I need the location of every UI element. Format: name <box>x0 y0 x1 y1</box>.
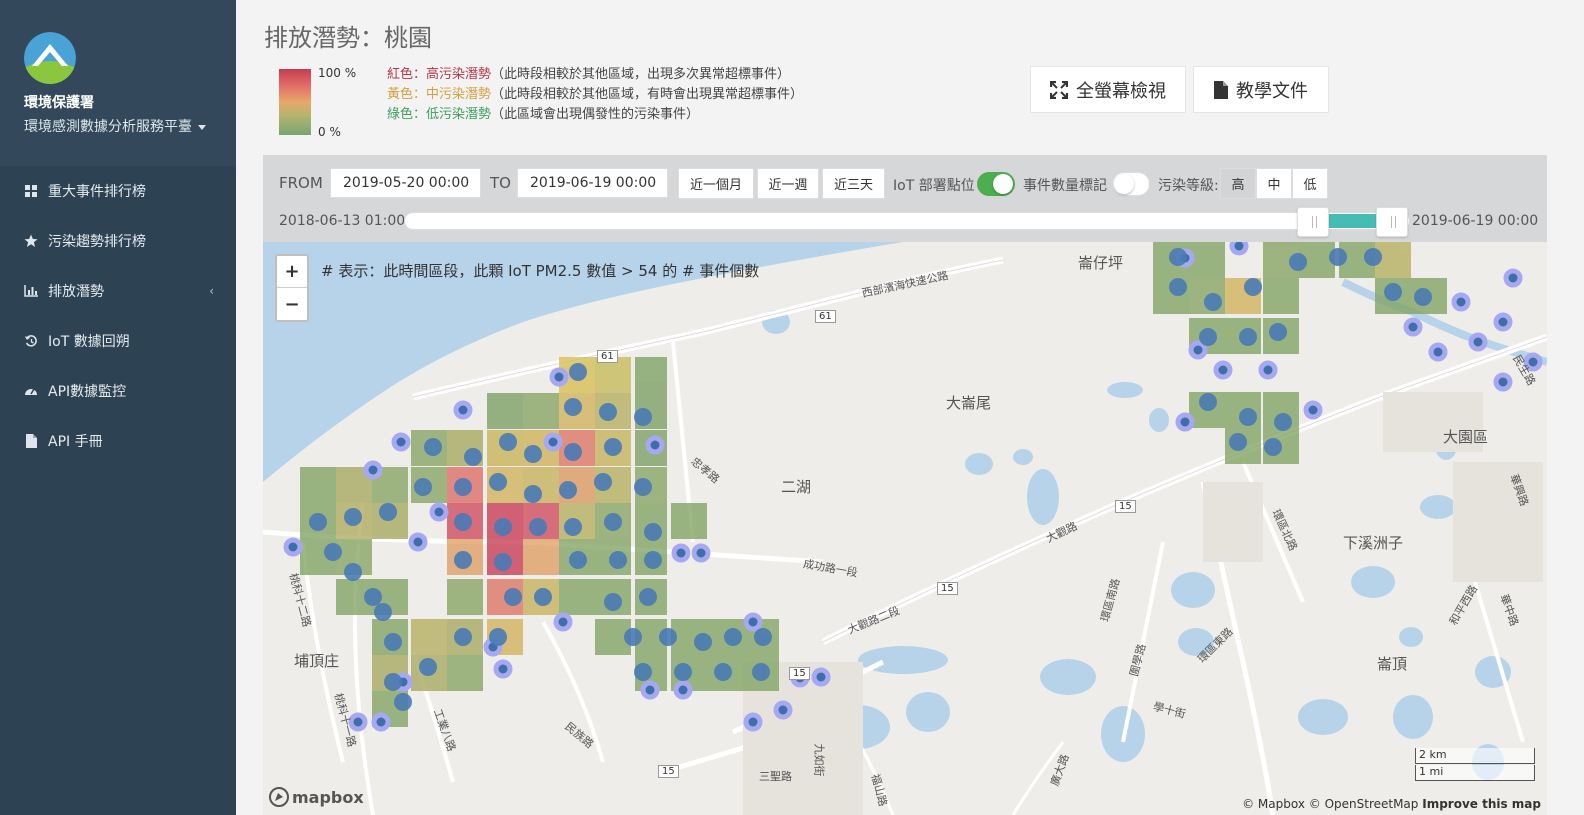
route-shield: 61 <box>815 310 836 323</box>
place-label: 大園區 <box>1443 428 1489 446</box>
level-high-button[interactable]: 高 <box>1220 168 1256 199</box>
level-low-button[interactable]: 低 <box>1292 168 1328 199</box>
legend-red-label: 紅色：高污染潛勢 <box>387 67 492 82</box>
iot-toggle[interactable] <box>977 172 1015 196</box>
route-shield: 15 <box>658 765 679 778</box>
legend-green-label: 綠色：低污染潛勢 <box>387 107 492 122</box>
brand-dropdown[interactable]: 環境感測數據分析服務平臺 <box>24 116 206 136</box>
sidebar-item-api-manual[interactable]: API 手冊 <box>0 416 236 466</box>
main-content: 排放潛勢：桃園 100 % 0 % 紅色：高污染潛勢（此時段相較於其他區域，出現… <box>236 0 1584 815</box>
iot-label: IoT 部署點位 <box>893 178 975 194</box>
sidebar-item-api-monitor[interactable]: API數據監控 <box>0 366 236 416</box>
last-month-button[interactable]: 近一個月 <box>678 168 754 199</box>
from-label: FROM <box>279 174 323 192</box>
map-base <box>263 242 1547 815</box>
last-week-button[interactable]: 近一週 <box>757 168 819 199</box>
sidebar-item-label: IoT 數據回朔 <box>48 334 130 350</box>
level-medium-button[interactable]: 中 <box>1256 168 1292 199</box>
history-icon <box>24 334 38 348</box>
sidebar-item-events[interactable]: 重大事件排行榜 <box>0 166 236 216</box>
sidebar-item-label: 污染趨勢排行榜 <box>48 234 146 250</box>
legend-text: 紅色：高污染潛勢（此時段相較於其他區域，出現多次異常超標事件） 黃色：中污染潛勢… <box>387 65 803 125</box>
fullscreen-label: 全螢幕檢視 <box>1076 80 1166 102</box>
to-label: TO <box>490 174 511 192</box>
mapbox-logo-text: mapbox <box>292 787 364 807</box>
docs-label: 教學文件 <box>1236 80 1308 102</box>
time-range-slider[interactable] <box>404 212 1410 230</box>
place-label: 崙頂 <box>1377 655 1408 673</box>
last-three-days-button[interactable]: 近三天 <box>822 168 885 199</box>
sidebar-item-label: 排放潛勢 <box>48 284 104 300</box>
place-label: 大崙尾 <box>946 394 992 412</box>
to-date-input[interactable]: 2019-06-19 00:00 <box>517 168 668 198</box>
place-label: 崙仔坪 <box>1078 254 1124 272</box>
sidebar-item-label: API 手冊 <box>48 434 103 450</box>
mapbox-icon <box>269 787 289 807</box>
toggle-knob <box>1114 174 1134 194</box>
filter-panel: FROM 2019-05-20 00:00 TO 2019-06-19 00:0… <box>263 155 1547 242</box>
legend-yellow-label: 黃色：中污染潛勢 <box>387 87 492 102</box>
document-icon <box>24 434 38 448</box>
range-end-label: 2019-06-19 00:00 <box>1412 213 1539 229</box>
legend-red-desc: （此時段相較於其他區域，出現多次異常超標事件） <box>491 67 791 82</box>
fullscreen-button[interactable]: 全螢幕檢視 <box>1030 66 1186 113</box>
legend-green-desc: （此區域會出現偶發性的污染事件） <box>491 107 700 122</box>
brand-name: 環境保護署 <box>24 95 94 111</box>
caret-down-icon <box>198 124 206 130</box>
range-handle-start[interactable] <box>1297 207 1329 237</box>
legend-min: 0 % <box>318 125 341 139</box>
grid-icon <box>24 184 38 198</box>
bar-chart-icon <box>24 284 38 298</box>
star-icon <box>24 234 38 248</box>
route-shield: 15 <box>1115 500 1136 513</box>
zoom-control: + − <box>275 254 309 322</box>
sidebar-item-iot-history[interactable]: IoT 數據回朔 <box>0 316 236 366</box>
improve-map-link[interactable]: Improve this map <box>1422 797 1541 811</box>
sidebar-item-emission[interactable]: 排放潛勢 ‹ <box>0 266 236 316</box>
sidebar: 環境保護署 環境感測數據分析服務平臺 重大事件排行榜 污染趨勢排行榜 排放潛勢 … <box>0 0 236 815</box>
sidebar-item-trends[interactable]: 污染趨勢排行榜 <box>0 216 236 266</box>
epa-logo[interactable] <box>24 32 76 84</box>
legend-yellow-desc: （此時段相較於其他區域，有時會出現異常超標事件） <box>491 87 804 102</box>
place-label: 下溪洲子 <box>1343 534 1404 552</box>
brand-sub-label: 環境感測數據分析服務平臺 <box>24 119 192 135</box>
mapbox-logo[interactable]: mapbox <box>269 787 364 807</box>
range-handle-end[interactable] <box>1376 207 1408 237</box>
docs-button[interactable]: 教學文件 <box>1193 66 1329 113</box>
chevron-left-icon: ‹ <box>209 284 214 298</box>
map[interactable]: + − # 表示：此時間區段，此顆 IoT PM2.5 數值 > 54 的 # … <box>263 242 1547 815</box>
zoom-in-button[interactable]: + <box>277 256 307 288</box>
event-count-toggle[interactable] <box>1112 172 1150 196</box>
scale-mi: 1 mi <box>1415 765 1535 781</box>
road-label: 九如街 <box>812 743 826 777</box>
place-label: 二湖 <box>781 478 812 496</box>
legend-gradient <box>279 69 311 135</box>
sidebar-menu: 重大事件排行榜 污染趨勢排行榜 排放潛勢 ‹ IoT 數據回朔 API數據監控 … <box>0 166 236 466</box>
page-title: 排放潛勢：桃園 <box>264 24 432 52</box>
route-shield: 15 <box>789 667 810 680</box>
expand-icon <box>1050 80 1068 99</box>
scale-km: 2 km <box>1415 748 1535 764</box>
road-label: 三聖路 <box>759 770 792 783</box>
range-start-label: 2018-06-13 01:00 <box>279 213 406 229</box>
map-note: # 表示：此時間區段，此顆 IoT PM2.5 數值 > 54 的 # 事件個數 <box>321 262 760 280</box>
zoom-out-button[interactable]: − <box>277 288 307 320</box>
legend-max: 100 % <box>318 66 357 80</box>
toggle-knob <box>993 174 1013 194</box>
sidebar-item-label: 重大事件排行榜 <box>48 184 146 200</box>
attribution: © Mapbox © OpenStreetMap Improve this ma… <box>1242 797 1541 811</box>
level-label: 污染等級: <box>1158 178 1219 194</box>
sidebar-item-label: API數據監控 <box>48 384 127 400</box>
brand: 環境保護署 環境感測數據分析服務平臺 <box>0 0 236 166</box>
event-label: 事件數量標記 <box>1023 178 1107 194</box>
file-icon <box>1214 80 1228 99</box>
from-date-input[interactable]: 2019-05-20 00:00 <box>330 168 481 198</box>
level-button-group: 高 中 低 <box>1220 168 1328 199</box>
route-shield: 61 <box>597 350 618 363</box>
route-shield: 15 <box>937 582 958 595</box>
place-label: 埔頂庄 <box>294 652 340 670</box>
attribution-text[interactable]: © Mapbox © OpenStreetMap <box>1242 797 1418 811</box>
dashboard-icon <box>24 384 38 398</box>
